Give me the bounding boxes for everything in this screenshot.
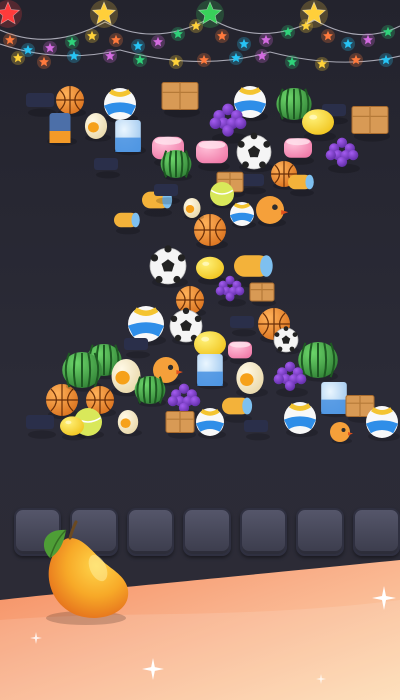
tray-slot	[296, 508, 344, 556]
volleyball-item[interactable]	[284, 402, 318, 438]
roll-item[interactable]	[288, 174, 314, 197]
light-bulb-icon	[381, 25, 395, 39]
can-item[interactable]	[47, 113, 77, 146]
dark-item[interactable]	[124, 338, 150, 359]
light-bulb-icon	[349, 53, 363, 67]
light-bulb-icon	[259, 33, 273, 47]
light-bulb-icon	[169, 55, 183, 69]
item-pile[interactable]	[0, 70, 400, 470]
light-bulb-icon	[3, 33, 17, 47]
light-bulb-icon	[37, 55, 51, 69]
sparkle-icon	[316, 674, 326, 684]
milk-item[interactable]	[114, 120, 146, 156]
star-icon	[90, 0, 118, 28]
light-bulb-icon	[215, 29, 229, 43]
light-bulb-icon	[237, 37, 251, 51]
light-bulb-icon	[67, 49, 81, 63]
basketball-item[interactable]	[56, 86, 86, 117]
light-bulb-icon	[11, 51, 25, 65]
egg-item[interactable]	[117, 410, 142, 437]
marsh-item[interactable]	[228, 341, 254, 365]
box-item[interactable]	[351, 106, 390, 142]
game-scene	[0, 0, 400, 700]
dark-item[interactable]	[26, 415, 56, 439]
egg-item[interactable]	[183, 198, 205, 220]
light-bulb-icon	[361, 33, 375, 47]
volleyball-item[interactable]	[104, 88, 138, 124]
box-item[interactable]	[249, 282, 276, 307]
light-bulb-icon	[131, 39, 145, 53]
light-bulb-icon	[285, 55, 299, 69]
light-bulb-icon	[103, 49, 117, 63]
volleyball-item[interactable]	[366, 406, 400, 442]
sparkle-icon	[142, 658, 164, 680]
mango-icon[interactable]	[28, 510, 138, 630]
string-lights	[0, 0, 400, 71]
dark-item[interactable]	[94, 158, 120, 179]
volleyball-item[interactable]	[230, 202, 256, 229]
lemon-item[interactable]	[196, 256, 226, 285]
roll-item[interactable]	[222, 397, 253, 423]
light-bulb-icon	[65, 35, 79, 49]
egg-item[interactable]	[236, 362, 268, 398]
light-bulb-icon	[109, 33, 123, 47]
dark-item[interactable]	[244, 420, 270, 441]
sparkle-icon	[372, 586, 396, 610]
box-item[interactable]	[165, 411, 196, 439]
dark-item[interactable]	[230, 316, 256, 337]
light-bulb-icon	[151, 35, 165, 49]
light-bulb-icon	[197, 53, 211, 67]
soccer-item[interactable]	[149, 245, 188, 288]
volleyball-item[interactable]	[196, 408, 226, 439]
tray-slot	[239, 508, 288, 556]
sparkle-icon	[30, 632, 42, 644]
light-bulb-icon	[281, 25, 295, 39]
box-item[interactable]	[161, 82, 200, 118]
light-bulb-icon	[341, 37, 355, 51]
star-icon	[0, 0, 22, 28]
bird-item[interactable]	[330, 422, 353, 444]
light-bulb-icon	[85, 29, 99, 43]
marsh-item[interactable]	[284, 138, 314, 165]
light-bulb-icon	[379, 53, 393, 67]
dark-item[interactable]	[154, 184, 180, 205]
marsh-item[interactable]	[196, 140, 230, 172]
light-bulb-icon	[133, 53, 147, 67]
melon-item[interactable]	[134, 376, 166, 407]
tray-slot	[183, 508, 231, 556]
light-bulb-icon	[321, 29, 335, 43]
light-bulb-icon	[171, 27, 185, 41]
melon-item[interactable]	[160, 150, 192, 181]
grape-item[interactable]	[325, 137, 360, 174]
light-bulb-icon	[229, 51, 243, 65]
light-bulb-icon	[255, 49, 269, 63]
roll-item[interactable]	[114, 212, 140, 235]
dark-item[interactable]	[240, 174, 266, 195]
star-icon	[196, 0, 224, 28]
melon-item[interactable]	[62, 352, 102, 392]
light-bulb-icon	[315, 57, 329, 71]
tray-slot	[352, 508, 400, 556]
bird-item[interactable]	[256, 196, 289, 227]
star-icon	[300, 0, 328, 28]
light-bulb-icon	[43, 41, 57, 55]
